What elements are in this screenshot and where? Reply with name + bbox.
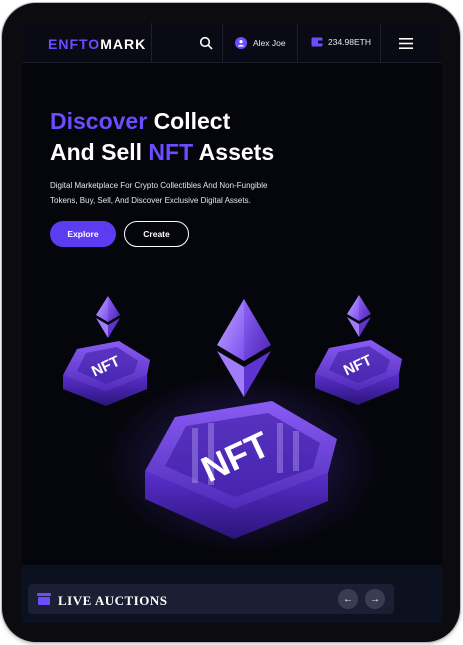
ethereum-icon bbox=[347, 295, 371, 337]
create-button[interactable]: Create bbox=[124, 221, 189, 247]
auction-icon bbox=[37, 593, 51, 605]
live-auctions-title: LIVE AUCTIONS bbox=[58, 593, 168, 608]
hero-description-line: Digital Marketplace For Crypto Collectib… bbox=[50, 181, 268, 190]
user-menu[interactable]: Alex Joe bbox=[235, 37, 286, 49]
menu-icon[interactable] bbox=[399, 38, 413, 49]
hero-title-text: And Sell bbox=[50, 139, 143, 165]
live-auctions-header: LIVE AUCTIONS ← → bbox=[28, 584, 394, 614]
tablet-frame: ENFTOMARK Alex Joe 234.98ETH Discover Co… bbox=[2, 3, 460, 642]
divider bbox=[151, 23, 152, 63]
hero-title-text: Collect bbox=[153, 108, 231, 134]
wallet-amount: 234.98ETH bbox=[328, 37, 371, 47]
divider bbox=[380, 23, 381, 63]
hero-description: Digital Marketplace For Crypto Collectib… bbox=[50, 178, 330, 208]
hero-title-highlight: Discover bbox=[50, 108, 148, 134]
top-navbar: ENFTOMARK Alex Joe 234.98ETH bbox=[22, 23, 442, 63]
prev-arrow-button[interactable]: ← bbox=[338, 589, 358, 609]
next-arrow-button[interactable]: → bbox=[365, 589, 385, 609]
hero-description-line: Tokens, Buy, Sell, And Discover Exclusiv… bbox=[50, 196, 251, 205]
search-icon[interactable] bbox=[199, 36, 213, 50]
wallet-icon bbox=[311, 37, 323, 47]
nft-hero-illustration: NFT NFT NFT bbox=[63, 295, 402, 553]
logo-part-1: ENFTO bbox=[48, 36, 101, 52]
nft-hexagon-left: NFT bbox=[63, 341, 150, 406]
divider bbox=[297, 23, 298, 63]
ethereum-icon bbox=[96, 296, 120, 338]
screen: ENFTOMARK Alex Joe 234.98ETH Discover Co… bbox=[22, 23, 442, 623]
user-icon bbox=[235, 37, 247, 49]
logo-part-2: MARK bbox=[100, 36, 147, 52]
hero-title: Discover Collect And Sell NFT Assets bbox=[50, 106, 274, 168]
hero-title-text: Assets bbox=[198, 139, 275, 165]
user-name: Alex Joe bbox=[253, 38, 286, 48]
explore-button[interactable]: Explore bbox=[50, 221, 116, 247]
wallet-balance[interactable]: 234.98ETH bbox=[311, 37, 371, 47]
divider bbox=[222, 23, 223, 63]
hero-title-highlight: NFT bbox=[148, 139, 194, 165]
logo[interactable]: ENFTOMARK bbox=[48, 36, 146, 52]
